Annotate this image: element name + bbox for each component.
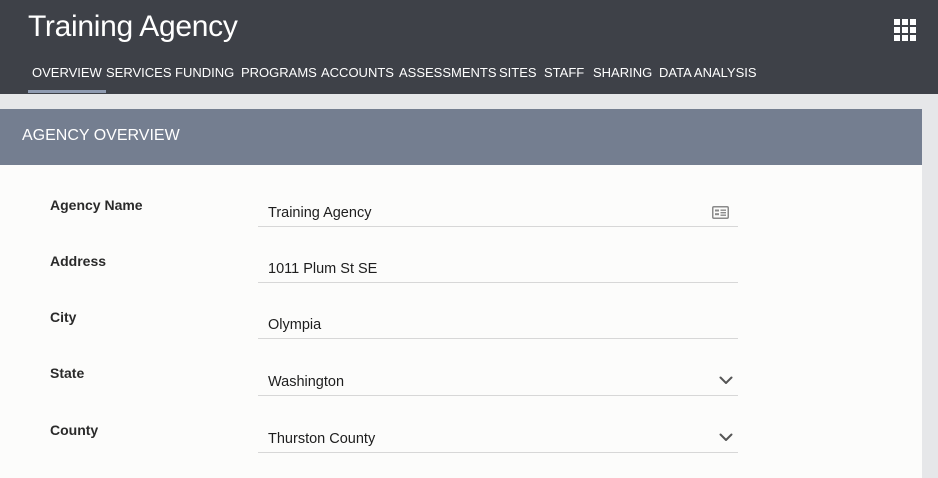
- tab-data-analysis[interactable]: DATA ANALYSIS: [659, 62, 757, 93]
- tab-assessments[interactable]: ASSESSMENTS: [399, 62, 497, 93]
- state-select[interactable]: Washington: [258, 366, 738, 396]
- tab-programs[interactable]: PROGRAMS: [241, 62, 317, 93]
- city-value: Olympia: [268, 317, 322, 333]
- tab-sites[interactable]: SITES: [499, 62, 537, 93]
- state-label: State: [50, 365, 85, 381]
- chevron-down-icon[interactable]: [719, 433, 733, 442]
- city-label: City: [50, 309, 77, 325]
- county-label: County: [50, 422, 99, 438]
- address-field[interactable]: 1011 Plum St SE: [258, 253, 738, 283]
- address-label: Address: [50, 253, 107, 269]
- tab-funding[interactable]: FUNDING: [175, 62, 234, 93]
- chevron-down-icon[interactable]: [719, 376, 733, 385]
- tab-sharing[interactable]: SHARING: [593, 62, 652, 93]
- panel-header: AGENCY OVERVIEW: [0, 109, 922, 165]
- tab-accounts[interactable]: ACCOUNTS: [321, 62, 394, 93]
- state-value: Washington: [268, 374, 345, 390]
- id-card-icon[interactable]: [712, 206, 729, 219]
- tab-services[interactable]: SERVICES: [106, 62, 172, 93]
- app-title: Training Agency: [28, 10, 238, 43]
- city-field[interactable]: Olympia: [258, 309, 738, 339]
- agency-overview-panel: AGENCY OVERVIEW Agency Name Training Age…: [0, 109, 922, 478]
- tab-overview[interactable]: OVERVIEW: [28, 62, 106, 93]
- panel-title: AGENCY OVERVIEW: [22, 127, 180, 144]
- agency-name-value: Training Agency: [268, 205, 372, 221]
- county-select[interactable]: Thurston County: [258, 423, 738, 453]
- tab-staff[interactable]: STAFF: [544, 62, 584, 93]
- county-value: Thurston County: [268, 431, 376, 447]
- agency-name-field[interactable]: Training Agency: [258, 197, 738, 227]
- address-value: 1011 Plum St SE: [268, 261, 378, 277]
- grid-apps-icon[interactable]: [894, 19, 916, 41]
- top-bar: Training Agency OVERVIEW SERVICES FUNDIN…: [0, 0, 938, 94]
- agency-name-label: Agency Name: [50, 197, 143, 213]
